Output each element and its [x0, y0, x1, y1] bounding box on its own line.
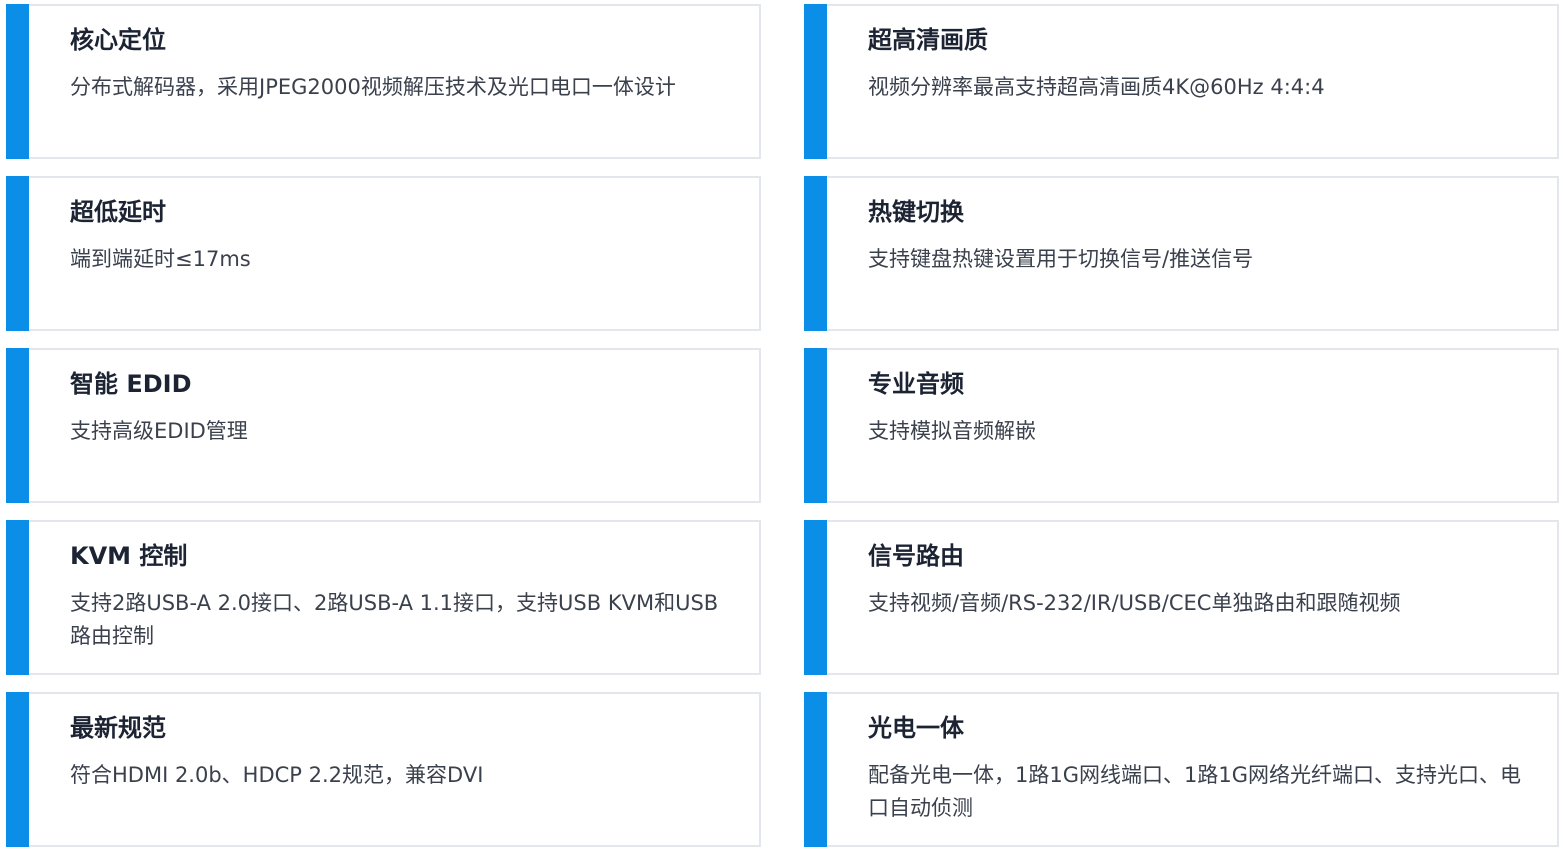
feature-card-latest-standards: 最新规范 符合HDMI 2.0b、HDCP 2.2规范，兼容DVI	[6, 692, 761, 847]
feature-description: 配备光电一体，1路1G网线端口、1路1G网络光纤端口、支持光口、电口自动侦测	[868, 763, 1521, 820]
feature-description: 支持键盘热键设置用于切换信号/推送信号	[868, 247, 1254, 271]
feature-card-ultra-hd: 超高清画质 视频分辨率最高支持超高清画质4K@60Hz 4:4:4	[804, 4, 1559, 159]
feature-description: 视频分辨率最高支持超高清画质4K@60Hz 4:4:4	[868, 75, 1325, 99]
feature-description: 支持模拟音频解嵌	[868, 419, 1036, 443]
feature-title: 智能 EDID	[70, 370, 192, 398]
feature-title: 最新规范	[70, 714, 166, 742]
accent-bar	[6, 176, 29, 331]
feature-description: 支持高级EDID管理	[70, 419, 248, 443]
accent-bar	[804, 692, 827, 847]
feature-card-low-latency: 超低延时 端到端延时≤17ms	[6, 176, 761, 331]
accent-bar	[6, 4, 29, 159]
feature-card-hotkey-switch: 热键切换 支持键盘热键设置用于切换信号/推送信号	[804, 176, 1559, 331]
feature-title: 信号路由	[868, 542, 964, 570]
accent-bar	[804, 348, 827, 503]
feature-title: 超低延时	[70, 198, 166, 226]
feature-card-optical-electrical: 光电一体 配备光电一体，1路1G网线端口、1路1G网络光纤端口、支持光口、电口自…	[804, 692, 1559, 847]
feature-description: 分布式解码器，采用JPEG2000视频解压技术及光口电口一体设计	[70, 75, 676, 99]
feature-card-smart-edid: 智能 EDID 支持高级EDID管理	[6, 348, 761, 503]
accent-bar	[6, 520, 29, 675]
feature-title: 专业音频	[868, 370, 964, 398]
feature-title: KVM 控制	[70, 542, 188, 570]
accent-bar	[6, 348, 29, 503]
feature-description: 支持2路USB-A 2.0接口、2路USB-A 1.1接口，支持USB KVM和…	[70, 591, 719, 648]
feature-card-pro-audio: 专业音频 支持模拟音频解嵌	[804, 348, 1559, 503]
feature-card-kvm-control: KVM 控制 支持2路USB-A 2.0接口、2路USB-A 1.1接口，支持U…	[6, 520, 761, 675]
feature-description: 端到端延时≤17ms	[70, 247, 251, 271]
accent-bar	[804, 176, 827, 331]
feature-title: 核心定位	[70, 26, 166, 54]
feature-title: 热键切换	[868, 198, 964, 226]
feature-title: 超高清画质	[868, 26, 988, 54]
accent-bar	[6, 692, 29, 847]
feature-card-signal-routing: 信号路由 支持视频/音频/RS-232/IR/USB/CEC单独路由和跟随视频	[804, 520, 1559, 675]
feature-grid: 核心定位 分布式解码器，采用JPEG2000视频解压技术及光口电口一体设计 超高…	[6, 4, 1559, 847]
accent-bar	[804, 520, 827, 675]
feature-description: 支持视频/音频/RS-232/IR/USB/CEC单独路由和跟随视频	[868, 591, 1401, 615]
accent-bar	[804, 4, 827, 159]
feature-title: 光电一体	[868, 714, 964, 742]
feature-description: 符合HDMI 2.0b、HDCP 2.2规范，兼容DVI	[70, 763, 484, 787]
feature-card-core-positioning: 核心定位 分布式解码器，采用JPEG2000视频解压技术及光口电口一体设计	[6, 4, 761, 159]
